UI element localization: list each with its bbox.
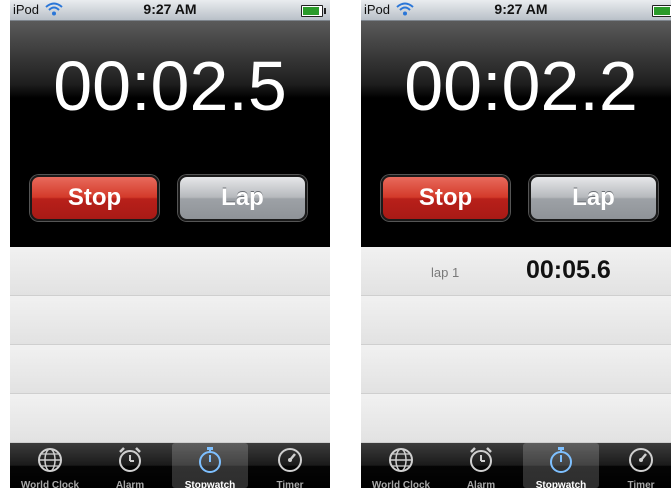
tab-bar: World Clock Alarm Stopwatch Timer	[361, 443, 671, 488]
tab-label: Stopwatch	[535, 480, 587, 488]
stop-button[interactable]: Stop	[381, 175, 510, 221]
lap-row	[10, 247, 330, 296]
status-bar: iPod 9:27 AM	[10, 0, 330, 21]
tab-world-clock[interactable]: World Clock	[363, 443, 439, 488]
lap-row	[361, 345, 671, 394]
tab-alarm[interactable]: Alarm	[443, 443, 519, 488]
status-time: 9:27 AM	[143, 1, 197, 17]
lap-button[interactable]: Lap	[178, 175, 307, 221]
battery-icon	[301, 5, 326, 17]
lap-row	[361, 394, 671, 443]
stopwatch-icon	[550, 447, 572, 473]
elapsed-time: 00:02.2	[404, 47, 638, 125]
lap-row	[10, 345, 330, 394]
tab-label: Alarm	[466, 480, 496, 488]
lap-row	[10, 296, 330, 345]
alarm-clock-icon	[119, 447, 141, 472]
lap-row: lap 1 00:05.6	[361, 247, 671, 296]
tab-stopwatch[interactable]: Stopwatch	[523, 443, 599, 488]
elapsed-time: 00:02.5	[53, 47, 287, 125]
battery-icon	[652, 5, 671, 17]
globe-icon	[38, 448, 62, 472]
tab-world-clock[interactable]: World Clock	[12, 443, 88, 488]
timer-icon	[278, 448, 302, 472]
stopwatch-screen-right: iPod 9:27 AM 00:02.2 Stop Lap lap 1 00:0…	[361, 0, 671, 488]
stop-button[interactable]: Stop	[30, 175, 159, 221]
timer-icon	[629, 448, 653, 472]
tab-alarm[interactable]: Alarm	[92, 443, 168, 488]
lap-time: 00:05.6	[526, 256, 611, 284]
tab-timer[interactable]: Timer	[252, 443, 328, 488]
tab-label: Stopwatch	[184, 480, 236, 488]
tab-timer[interactable]: Timer	[603, 443, 671, 488]
lap-label: lap 1	[431, 265, 460, 280]
tab-label: World Clock	[20, 480, 80, 488]
tab-stopwatch[interactable]: Stopwatch	[172, 443, 248, 488]
tab-label: World Clock	[371, 480, 431, 488]
tab-bar: World Clock Alarm Stopwatch Timer	[10, 443, 330, 488]
status-time: 9:27 AM	[494, 1, 548, 17]
tab-label: Alarm	[115, 480, 145, 488]
stopwatch-icon	[199, 447, 221, 473]
lap-list[interactable]: lap 1 00:05.6	[361, 247, 671, 443]
lap-button[interactable]: Lap	[529, 175, 658, 221]
lap-row	[361, 296, 671, 345]
stopwatch-screen-left: iPod 9:27 AM 00:02.5 Stop Lap World Cloc…	[10, 0, 330, 488]
tab-label: Timer	[276, 480, 304, 488]
tab-label: Timer	[627, 480, 655, 488]
lap-row	[10, 394, 330, 443]
alarm-clock-icon	[470, 447, 492, 472]
lap-list[interactable]	[10, 247, 330, 443]
status-bar: iPod 9:27 AM	[361, 0, 671, 21]
globe-icon	[389, 448, 413, 472]
